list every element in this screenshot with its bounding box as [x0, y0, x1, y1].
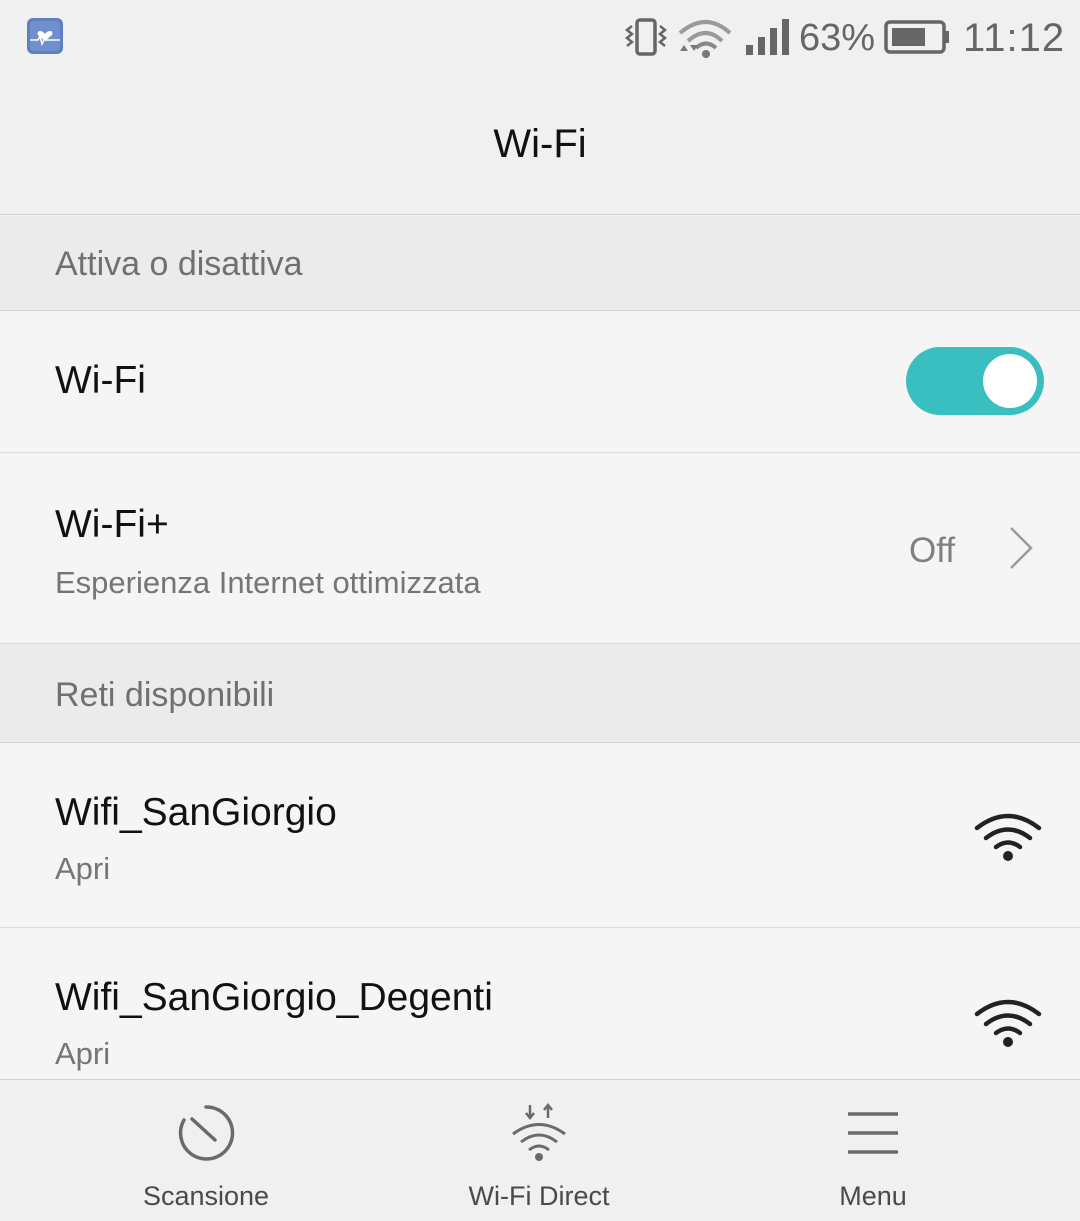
wifi-status-icon [678, 20, 732, 58]
section-label: Reti disponibili [55, 676, 275, 714]
scan-label: Scansione [142, 1181, 270, 1211]
cell-signal-icon [746, 19, 789, 55]
section-header-toggle: Attiva o disattiva [0, 216, 1080, 311]
network-ssid: Wifi_SanGiorgio_Degenti [55, 976, 493, 1019]
wifi-signal-icon [974, 813, 1042, 861]
vibrate-icon [624, 18, 668, 56]
menu-icon [848, 1112, 898, 1154]
wifiplus-label: Wi-Fi+ [55, 503, 169, 546]
wifi-direct-button[interactable]: Wi-Fi Direct [389, 1080, 689, 1221]
wifi-toggle-switch[interactable] [906, 347, 1044, 415]
network-list-item[interactable]: Wifi_SanGiorgio Apri [0, 743, 1080, 928]
wifi-settings-screen: 63% 11:12 Wi-Fi Attiva o disattiva Wi-Fi… [0, 0, 1080, 1221]
network-list-item[interactable]: Wifi_SanGiorgio_Degenti Apri [0, 928, 1080, 1088]
menu-button[interactable]: Menu [723, 1080, 1023, 1221]
page-title: Wi-Fi [493, 122, 587, 166]
wifi-direct-label: Wi-Fi Direct [468, 1181, 610, 1211]
toggle-knob [983, 354, 1037, 408]
health-app-icon [27, 18, 63, 54]
network-security: Apri [55, 851, 111, 886]
network-security: Apri [55, 1036, 111, 1071]
wifi-label: Wi-Fi [55, 359, 146, 402]
wifi-direct-icon [512, 1102, 566, 1161]
wifiplus-row[interactable]: Wi-Fi+ Esperienza Internet ottimizzata O… [0, 453, 1080, 644]
wifiplus-subtitle: Esperienza Internet ottimizzata [55, 565, 481, 600]
battery-icon [884, 20, 949, 54]
clock: 11:12 [963, 16, 1066, 60]
bottom-action-bar: Scansione Wi-Fi Direct Menu [0, 1079, 1080, 1221]
wifiplus-status-value: Off [909, 531, 956, 570]
battery-percent: 63% [799, 17, 876, 59]
section-label: Attiva o disattiva [55, 245, 303, 283]
wifi-signal-icon [974, 999, 1042, 1047]
status-bar: 63% 11:12 [0, 0, 1080, 78]
menu-label: Menu [839, 1181, 907, 1211]
network-ssid: Wifi_SanGiorgio [55, 791, 337, 834]
scan-icon [178, 1105, 235, 1161]
chevron-right-icon [1010, 527, 1033, 569]
title-bar: Wi-Fi [0, 78, 1080, 215]
section-header-networks: Reti disponibili [0, 644, 1080, 743]
scan-button[interactable]: Scansione [56, 1080, 356, 1221]
